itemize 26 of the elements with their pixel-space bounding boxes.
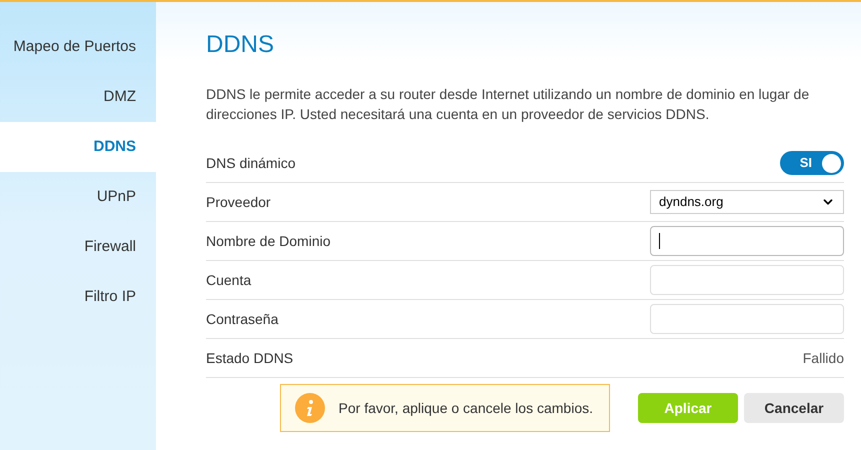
field-label: Cuenta [206, 270, 252, 290]
field-label: Nombre de Dominio [206, 232, 330, 250]
sidebar-item[interactable]: UPnP [0, 172, 156, 222]
info-icon [294, 393, 325, 423]
field-label: DNS dinámico [206, 154, 296, 172]
description-text: DDNS le permite acceder a su router desde Internet utilizando un nombre de dominio en lugar de direcciones IP. Usted necesitará una cuenta en un proveedor de servicios DDNS. [206, 85, 810, 124]
status-value: Fallido [802, 348, 844, 368]
provider-select[interactable]: dyndns.org [650, 190, 844, 214]
input-field[interactable] [650, 304, 844, 334]
input-field[interactable] [650, 226, 844, 256]
sidebar-item[interactable]: Filtro IP [0, 272, 156, 322]
toggle-label: SI [800, 154, 812, 172]
field-label: Proveedor [206, 192, 271, 212]
sidebar-item[interactable]: Firewall [0, 222, 156, 272]
sidebar-item[interactable]: Mapeo de Puertos [0, 22, 156, 72]
input-field[interactable] [650, 265, 844, 295]
page-title: DDNS [206, 30, 276, 60]
toggle-switch[interactable]: SI [780, 151, 844, 175]
field-label: Estado DDNS [206, 348, 294, 368]
field-label: Contraseña [206, 310, 278, 328]
sidebar-item[interactable]: DMZ [0, 72, 156, 122]
sidebar-item[interactable]: DDNS [0, 122, 156, 172]
cancel-button[interactable]: Cancelar [744, 393, 844, 423]
toggle-knob [822, 154, 841, 172]
notice-text: Por favor, aplique o cancele los cambios. [338, 398, 593, 418]
text-cursor [659, 233, 660, 249]
